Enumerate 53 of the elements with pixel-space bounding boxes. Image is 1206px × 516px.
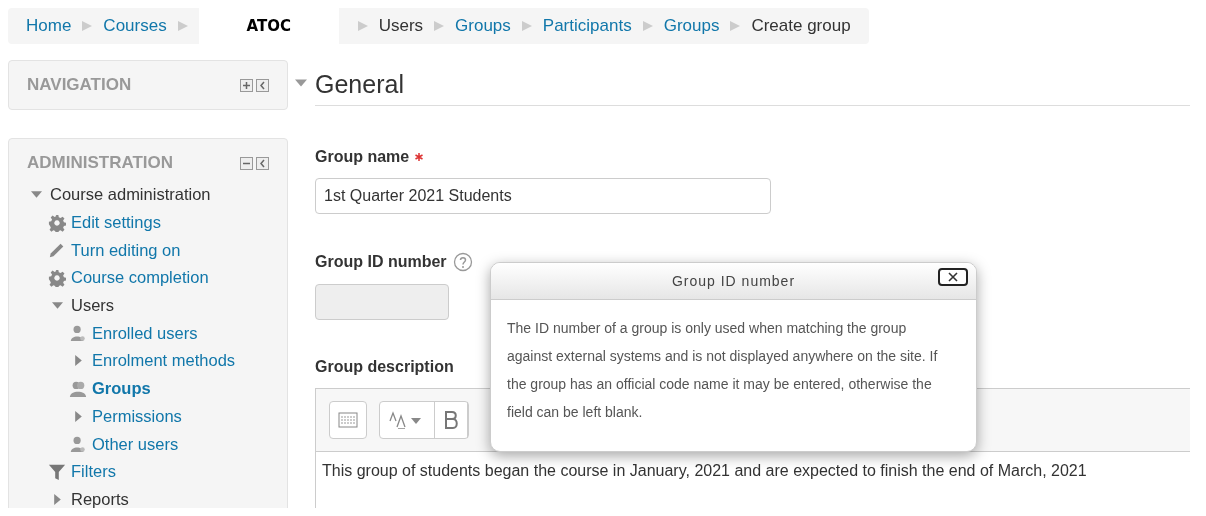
field-label: Group description — [315, 358, 454, 376]
breadcrumb-link[interactable]: Groups — [455, 16, 511, 36]
separator-icon — [520, 20, 533, 32]
bold-icon — [443, 410, 459, 430]
dock-icon[interactable] — [256, 156, 269, 170]
nav-link[interactable]: Enrolment methods — [92, 351, 236, 371]
popup-text: The ID number of a group is only used when matching the group against external systems and is not displayed anywhere on the site. If the group has an official code name it may be entered, otherwise the field can be left blank. — [506, 319, 939, 422]
gear-icon — [48, 268, 66, 287]
user-icon — [69, 435, 87, 454]
popup-title: Group ID number — [671, 273, 796, 289]
field-label: Group name — [315, 148, 410, 166]
section-title[interactable]: General — [315, 70, 1190, 106]
nav-link[interactable]: Enrolled users — [92, 323, 198, 343]
nav-link[interactable]: Turn editing on — [71, 240, 181, 260]
expand-icon[interactable] — [240, 78, 253, 92]
editor-text[interactable]: This group of students began the course in January, 2021 and are expected to finish the end of March, 2021 — [316, 452, 1190, 490]
nav-item[interactable]: Users — [71, 296, 115, 316]
nav-link[interactable]: Edit settings — [71, 213, 161, 233]
field-label: Group ID number — [315, 253, 447, 271]
breadcrumb-item: Create group — [751, 16, 851, 36]
close-button[interactable] — [938, 268, 968, 286]
separator-icon — [176, 20, 189, 32]
nav-item[interactable]: Course administration — [50, 185, 211, 205]
separator-icon — [356, 20, 369, 32]
block-title: ADMINISTRATION — [27, 153, 174, 173]
separator-icon — [729, 20, 742, 32]
separator-icon — [641, 20, 654, 32]
breadcrumb-link[interactable]: Courses — [103, 16, 167, 36]
nav-link[interactable]: Groups — [92, 379, 151, 399]
nav-link[interactable]: Filters — [71, 462, 116, 482]
breadcrumb-link[interactable]: Home — [26, 16, 72, 36]
nav-link[interactable]: Course completion — [71, 268, 209, 288]
collapse-icon[interactable] — [240, 156, 253, 170]
close-icon — [948, 272, 958, 282]
nav-link[interactable]: Other users — [92, 434, 179, 454]
breadcrumb-label: ATOC — [198, 8, 339, 44]
separator-icon — [433, 20, 446, 32]
breadcrumb-link[interactable]: Participants — [542, 16, 632, 36]
block-title: NAVIGATION — [27, 75, 132, 95]
nav-link[interactable]: Permissions — [92, 406, 182, 426]
nav-item[interactable]: Reports — [71, 489, 129, 508]
toolbar-toggle-button[interactable] — [329, 401, 367, 439]
filter-icon — [48, 462, 66, 481]
breadcrumb-link[interactable]: Groups — [663, 16, 720, 36]
pencil-icon — [48, 241, 66, 260]
separator-icon — [81, 20, 94, 32]
user-icon — [69, 324, 87, 343]
gear-icon — [48, 213, 66, 232]
keyboard-icon — [338, 412, 358, 428]
text-field[interactable]: 1st Quarter 2021 Students — [315, 178, 771, 214]
users-icon — [69, 379, 87, 398]
dock-icon[interactable] — [256, 78, 269, 92]
breadcrumb-item: Users — [378, 16, 424, 36]
